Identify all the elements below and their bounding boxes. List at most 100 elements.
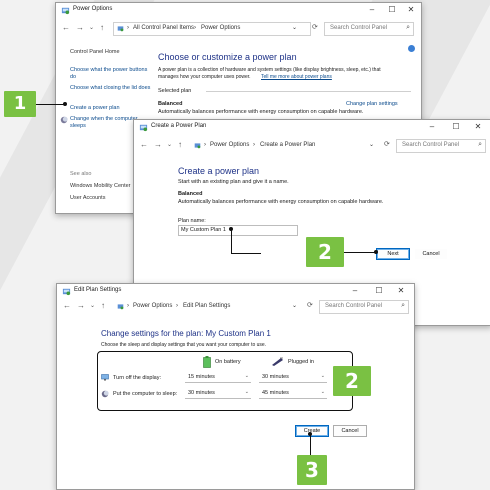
close-icon[interactable]: ✕: [394, 286, 408, 295]
display-plugged-value: 30 minutes: [262, 374, 289, 380]
callout-1: 1: [4, 91, 36, 117]
cancel-button[interactable]: Cancel: [414, 248, 448, 260]
breadcrumb-item[interactable]: Create a Power Plan: [260, 142, 315, 148]
breadcrumb-separator: ›: [253, 142, 255, 148]
control-panel-icon: [61, 7, 70, 15]
callout-2: 2: [333, 366, 371, 396]
up-icon[interactable]: ↑: [100, 23, 104, 32]
window-title: Power Options: [73, 6, 113, 12]
breadcrumb-separator: ›: [194, 25, 196, 31]
cancel-button[interactable]: Cancel: [333, 425, 367, 437]
chevron-down-icon[interactable]: ⌄: [89, 24, 94, 31]
minimize-icon[interactable]: –: [365, 5, 379, 14]
page-title: Create a power plan: [178, 166, 260, 176]
callout-2: 2: [306, 237, 344, 267]
refresh-icon[interactable]: ⟳: [307, 301, 313, 309]
selected-plan-label: Selected plan: [158, 88, 192, 94]
breadcrumb-item[interactable]: Power Options: [210, 142, 249, 148]
sleep-battery-value: 30 minutes: [188, 390, 215, 396]
back-icon[interactable]: ←: [63, 301, 71, 310]
breadcrumb-separator: ›: [176, 303, 178, 309]
plan-name: Balanced: [158, 101, 183, 107]
sidebar-home[interactable]: Control Panel Home: [70, 49, 120, 55]
breadcrumb-item[interactable]: Power Options: [133, 303, 172, 309]
sleep-setting-label: Put the computer to sleep:: [113, 391, 178, 397]
callout-line: [231, 253, 261, 254]
moon-icon: [60, 116, 68, 124]
sidebar-item-create-plan[interactable]: Create a power plan: [70, 105, 120, 111]
sleep-battery-select[interactable]: 30 minutes ⌄: [185, 388, 251, 399]
up-icon[interactable]: ↑: [101, 301, 105, 310]
refresh-icon[interactable]: ⟳: [312, 23, 318, 31]
forward-icon[interactable]: →: [154, 140, 162, 149]
next-button[interactable]: Next: [376, 248, 410, 260]
dropdown-icon[interactable]: ⌄: [292, 302, 297, 309]
breadcrumb-item[interactable]: All Control Panel Items: [133, 25, 194, 31]
maximize-icon[interactable]: ☐: [385, 5, 399, 14]
maximize-icon[interactable]: ☐: [449, 122, 463, 131]
breadcrumb-item[interactable]: Edit Plan Settings: [183, 303, 230, 309]
up-icon[interactable]: ↑: [178, 140, 182, 149]
battery-icon: [203, 356, 211, 368]
close-icon[interactable]: ✕: [404, 5, 418, 14]
tell-me-more-link[interactable]: Tell me more about power plans: [261, 74, 332, 80]
minimize-icon[interactable]: –: [425, 122, 439, 131]
callout-3: 3: [297, 455, 327, 485]
forward-icon[interactable]: →: [77, 301, 85, 310]
search-input[interactable]: Search Control Panel ⌕: [396, 139, 486, 153]
subtitle: Start with an existing plan and give it …: [178, 179, 289, 185]
search-input[interactable]: Search Control Panel ⌕: [319, 300, 409, 314]
see-also-user-accounts[interactable]: User Accounts: [70, 195, 105, 201]
chevron-down-icon[interactable]: ⌄: [90, 302, 95, 309]
sidebar-item-power-buttons[interactable]: Choose what the power buttons do: [70, 67, 150, 81]
create-button[interactable]: Create: [295, 425, 329, 437]
change-plan-settings-link[interactable]: Change plan settings: [346, 101, 398, 107]
address-bar[interactable]: › Power Options › Create a Power Plan ⌄: [190, 139, 384, 153]
address-bar[interactable]: › Power Options › Edit Plan Settings ⌄: [113, 300, 307, 314]
search-input[interactable]: Search Control Panel ⌕: [324, 22, 414, 36]
title-bar: Power Options – ☐ ✕: [56, 3, 421, 18]
dropdown-icon[interactable]: ⌄: [369, 141, 374, 148]
divider: [206, 91, 411, 92]
breadcrumb-separator: ›: [127, 303, 129, 309]
sidebar-item-lid[interactable]: Choose what closing the lid does: [70, 85, 152, 92]
maximize-icon[interactable]: ☐: [372, 286, 386, 295]
chevron-down-icon: ⌄: [320, 373, 325, 379]
breadcrumb-separator: ›: [127, 25, 129, 31]
dropdown-icon[interactable]: ⌄: [292, 24, 297, 31]
sleep-plugged-select[interactable]: 45 minutes ⌄: [259, 388, 327, 399]
help-icon[interactable]: [408, 45, 415, 52]
close-icon[interactable]: ✕: [471, 122, 485, 131]
back-icon[interactable]: ←: [62, 23, 70, 32]
address-bar[interactable]: › All Control Panel Items › Power Option…: [113, 22, 311, 36]
plan-name-field[interactable]: My Custom Plan 1: [178, 225, 298, 236]
search-icon: ⌕: [401, 302, 405, 309]
control-panel-icon: [117, 304, 124, 310]
see-also-mobility-center[interactable]: Windows Mobility Center: [70, 183, 131, 189]
window-title: Create a Power Plan: [151, 123, 207, 129]
display-battery-select[interactable]: 15 minutes ⌄: [185, 372, 251, 383]
back-icon[interactable]: ←: [140, 140, 148, 149]
control-panel-icon: [62, 288, 71, 296]
title-bar: Create a Power Plan – ☐ ✕: [134, 120, 490, 135]
plan-name-value: My Custom Plan 1: [181, 227, 226, 233]
plan-description: Automatically balances performance with …: [178, 199, 384, 205]
control-panel-icon: [194, 143, 201, 149]
moon-icon: [101, 390, 109, 398]
plan-description: Automatically balances performance with …: [158, 109, 364, 115]
minimize-icon[interactable]: –: [348, 286, 362, 295]
on-battery-header: On battery: [215, 359, 241, 365]
see-also-label: See also: [70, 171, 92, 177]
callout-dot: [63, 102, 67, 106]
control-panel-icon: [139, 124, 148, 132]
refresh-icon[interactable]: ⟳: [384, 140, 390, 148]
display-plugged-select[interactable]: 30 minutes ⌄: [259, 372, 327, 383]
intro-text: A power plan is a collection of hardware…: [158, 67, 381, 73]
callout-line: [344, 252, 376, 253]
forward-icon[interactable]: →: [76, 23, 84, 32]
page-title: Change settings for the plan: My Custom …: [101, 329, 271, 338]
chevron-down-icon[interactable]: ⌄: [167, 141, 172, 148]
chevron-down-icon: ⌄: [320, 389, 325, 395]
plugged-in-header: Plugged in: [288, 359, 314, 365]
breadcrumb-item[interactable]: Power Options: [201, 25, 240, 31]
